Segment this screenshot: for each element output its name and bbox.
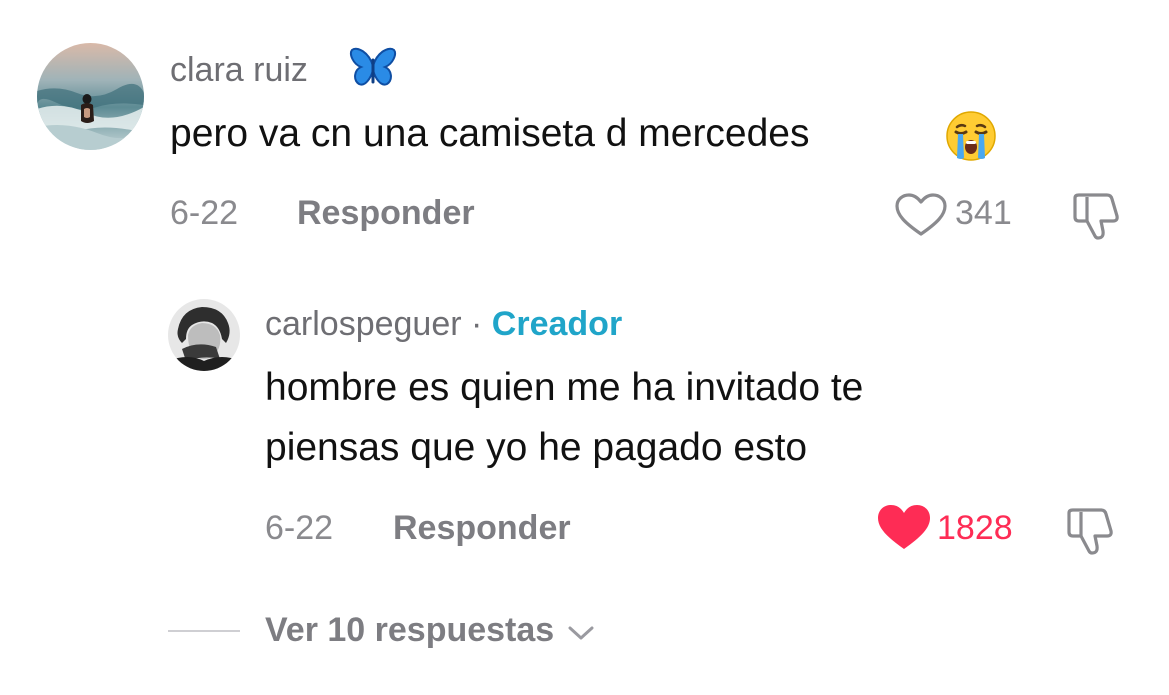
avatar-carlospeguer[interactable] [168,299,240,371]
reply-text-line-1: hombre es quien me ha invitado te [265,366,864,409]
dislike-icon[interactable] [1069,190,1123,247]
like-count: 341 [955,194,1012,232]
reply-text-line-2: piensas que yo he pagado esto [265,426,808,469]
reply-button[interactable]: Responder [393,509,571,547]
avatar-clara-ruiz[interactable] [37,43,144,150]
crying-face-icon [943,110,999,167]
username-separator: · [471,305,483,343]
comment-date: 6-22 [170,194,239,232]
view-replies-button[interactable]: Ver 10 respuestas [265,613,596,649]
view-replies-label[interactable]: Ver 10 respuestas [265,611,554,649]
chevron-down-icon [566,615,596,649]
reply-button[interactable]: Responder [297,194,475,232]
creator-badge: Creador [491,305,623,343]
comment-text: pero va cn una camiseta d mercedes [170,112,810,155]
butterfly-icon [349,46,397,93]
reply-date: 6-22 [265,509,334,547]
comment-username[interactable]: clara ruiz [170,51,308,89]
like-count: 1828 [937,509,1013,547]
like-heart-icon[interactable] [893,192,949,243]
liked-heart-icon[interactable] [875,502,933,557]
view-replies-divider [168,630,240,632]
reply-username[interactable]: carlospeguer [265,305,462,343]
dislike-icon[interactable] [1063,505,1117,562]
